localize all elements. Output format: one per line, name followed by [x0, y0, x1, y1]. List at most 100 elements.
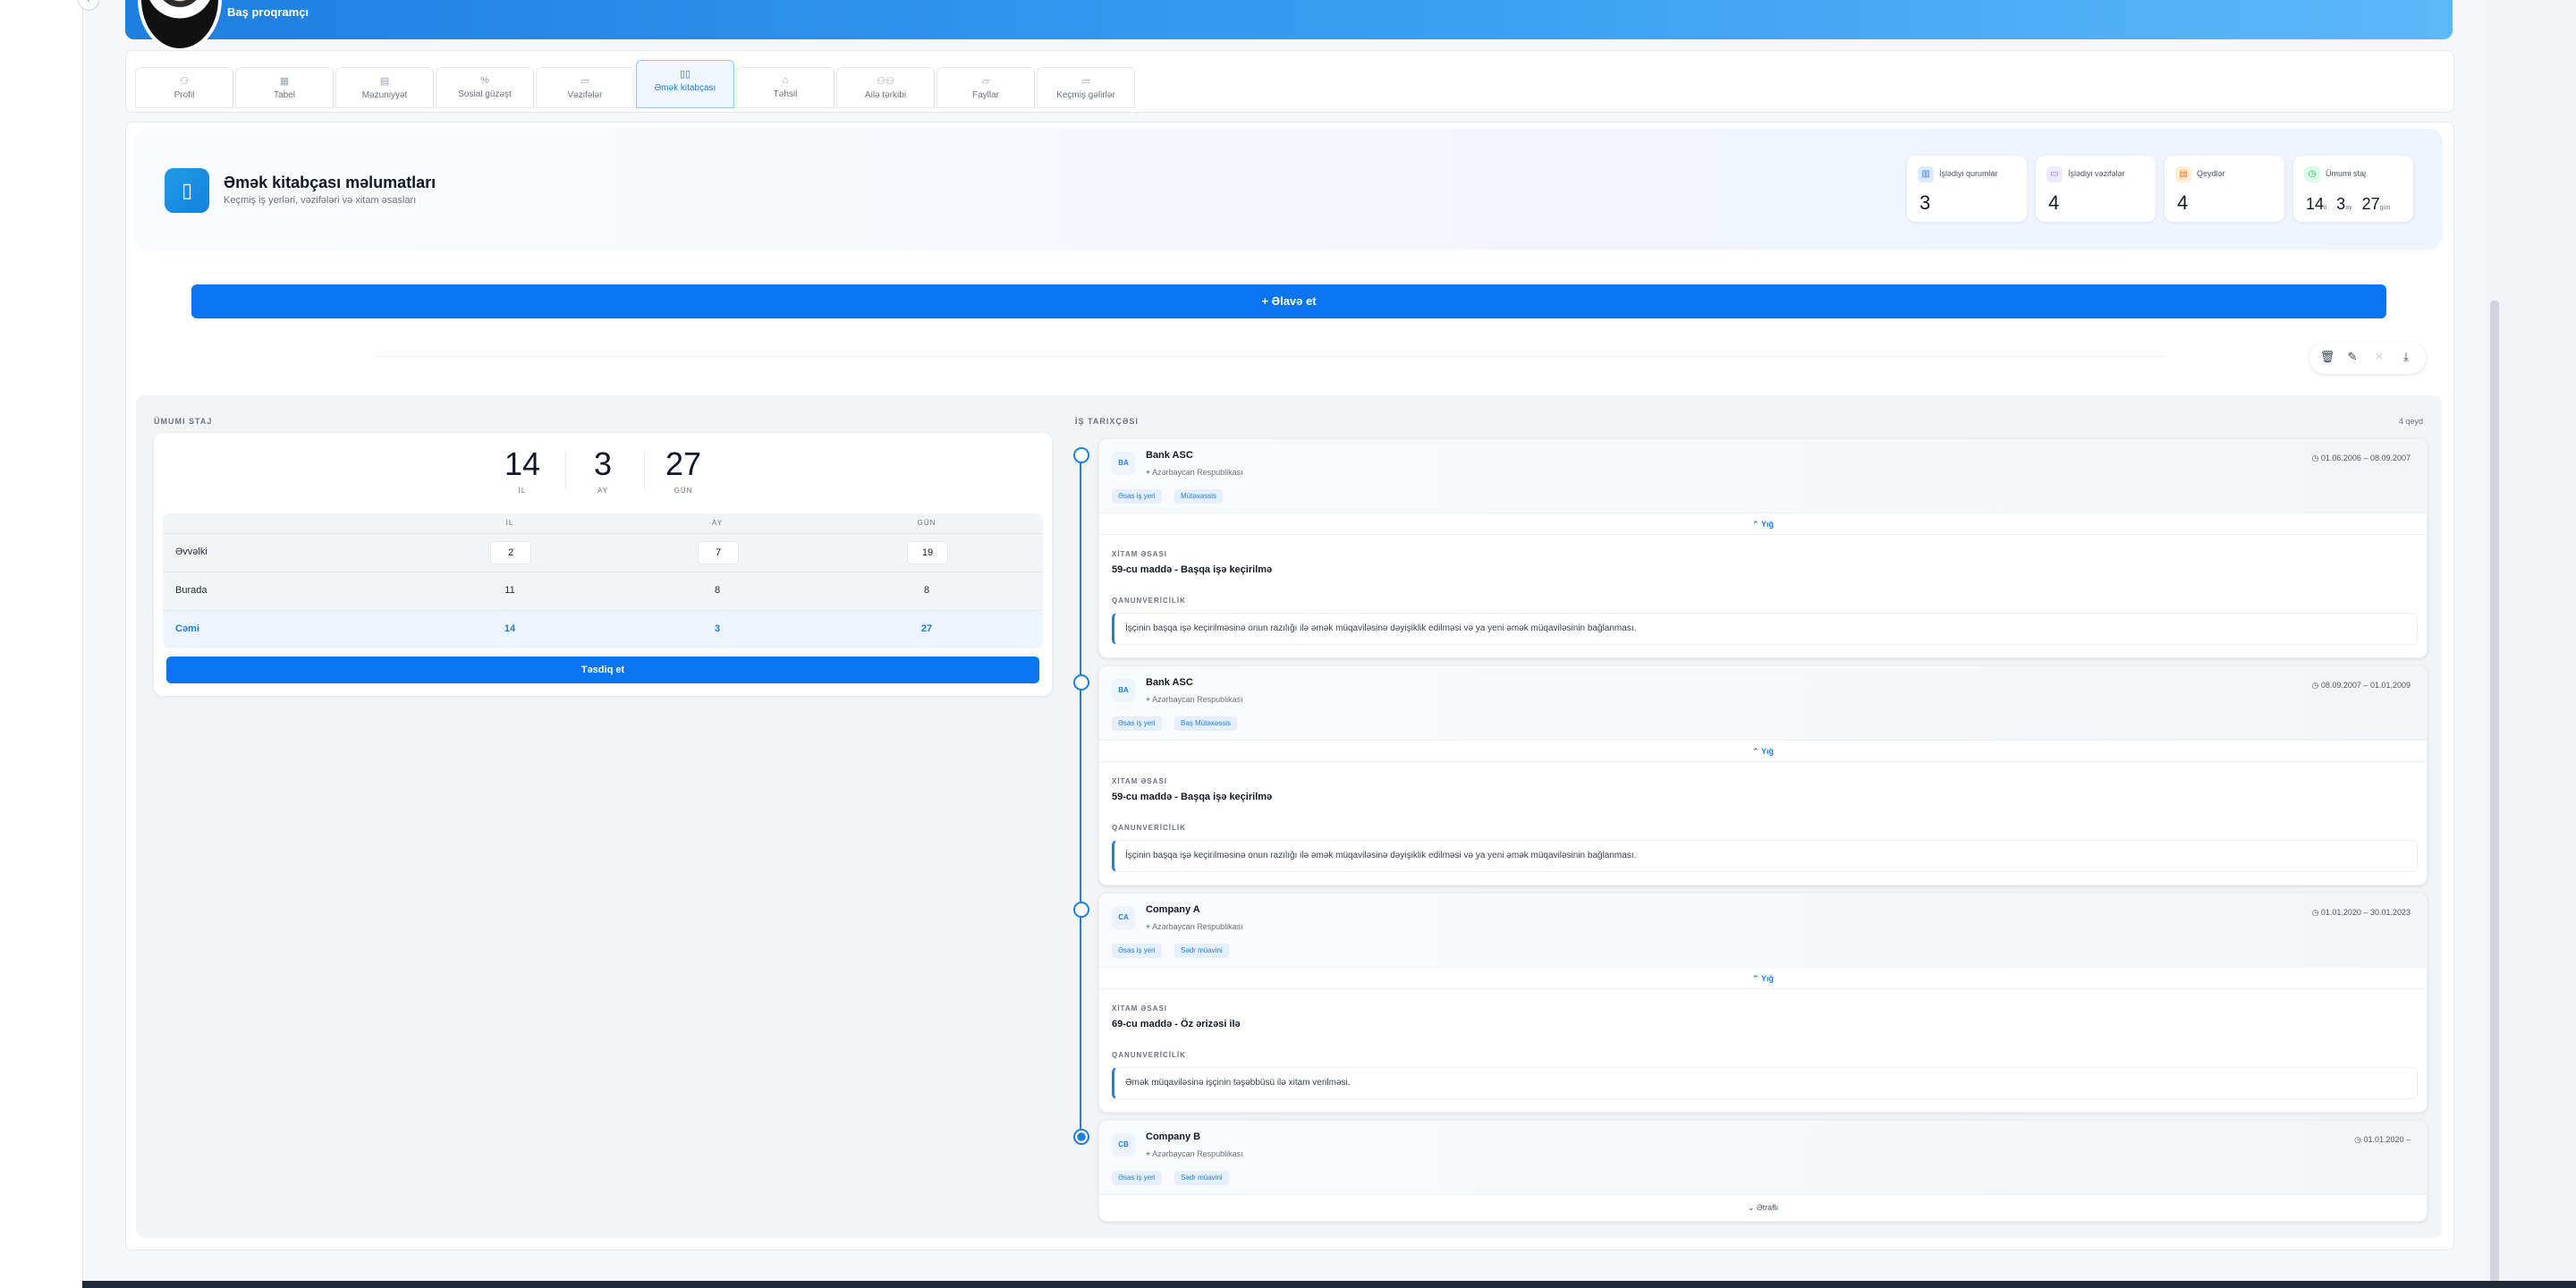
job-dates: ◷ 01.01.2020 – 30.01.2023 — [2312, 908, 2411, 918]
company-location: ⌖ Azərbaycan Respublikası — [1146, 695, 1243, 705]
company-initials: BA — [1112, 679, 1135, 702]
divider — [1099, 967, 2427, 968]
confirm-button[interactable]: Təsdiq et — [166, 657, 1039, 683]
stat-label: Qeydlər — [2197, 169, 2225, 178]
tab-tehsil[interactable]: ⌂ Təhsil — [736, 67, 835, 108]
record-count: 4 qeyd — [2399, 417, 2424, 426]
add-button[interactable]: + Əlavə et — [191, 284, 2386, 318]
right-gutter — [2487, 0, 2576, 1288]
company-location: ⌖ Azərbaycan Respublikası — [1146, 468, 1243, 478]
job-dates: ◷ 01.01.2020 – — [2354, 1135, 2411, 1145]
reason-value: 59-cu maddə - Başqa işə keçirilmə — [1112, 564, 1273, 575]
toggle-label: Ətraflı — [1756, 1203, 1779, 1212]
job-header[interactable]: BA Bank ASC ⌖ Azərbaycan Respublikası ◷ … — [1099, 666, 2427, 740]
tab-label: Tabel — [274, 90, 295, 100]
tag: Əsas iş yeri — [1112, 1171, 1162, 1185]
timeline-dot[interactable] — [1073, 674, 1089, 691]
date-range: 01.01.2020 – — [2363, 1135, 2411, 1144]
tab-label: Məzuniyyət — [361, 90, 408, 100]
timeline-dot[interactable] — [1073, 447, 1089, 463]
stat-total-staj: ◷ Ümumi staj 14il 3ay 27gün — [2293, 156, 2413, 222]
collapse-toggle[interactable]: ⌃ Yığ — [1099, 974, 2427, 984]
download-icon[interactable]: ⤓ — [2397, 350, 2415, 364]
reason-label: XİTAM ƏSASI — [1112, 1004, 1167, 1013]
staj-years: 14 — [2306, 195, 2325, 213]
divider — [1099, 1194, 2427, 1195]
days-input[interactable]: 19 — [907, 541, 948, 564]
briefcase-icon: ▭ — [580, 76, 590, 87]
staj-table: İL AY GÜN Əvvəlki 2 7 19 Burada 11 8 8 C… — [163, 513, 1043, 648]
staj-months-label: AY — [597, 487, 609, 495]
toggle-label: Yığ — [1760, 974, 1774, 983]
tab-fayllar[interactable]: ▱ Fayllar — [936, 67, 1035, 108]
staj-section-label: ÜMUMI STAJ — [154, 417, 213, 426]
job-header[interactable]: BA Bank ASC ⌖ Azərbaycan Respublikası ◷ … — [1099, 439, 2427, 513]
tag: Əsas iş yeri — [1112, 944, 1162, 958]
timeline-dot[interactable] — [1073, 902, 1089, 918]
tab-label: Profil — [174, 90, 195, 100]
staj-days-label: GÜN — [674, 487, 693, 495]
row-label: Cəmi — [175, 623, 199, 634]
book-icon: ▯▯ — [679, 69, 691, 80]
expand-toggle[interactable]: ⌄ Ətraflı — [1099, 1203, 2427, 1213]
months-input[interactable]: 7 — [698, 541, 739, 564]
edit-icon[interactable]: ✎ — [2343, 350, 2361, 364]
tab-aile-terkibi[interactable]: ⚇⚇ Ailə tərkibi — [836, 67, 935, 108]
job-header[interactable]: CB Company B ⌖ Azərbaycan Respublikası ◷… — [1099, 1121, 2427, 1194]
clock-icon: ◷ — [2354, 1135, 2364, 1144]
tab-tabel[interactable]: ▦ Tabel — [235, 67, 334, 108]
tag: Sədr müavini — [1174, 944, 1229, 958]
law-box: İşçinin başqa işə keçirilməsinə onun raz… — [1112, 840, 2418, 872]
tab-kecmis-gelirler[interactable]: ▭ Keçmiş gəlirlər — [1037, 67, 1135, 108]
years-input[interactable]: 2 — [490, 541, 531, 564]
row-label: Əvvəlki — [175, 547, 208, 557]
tab-profil[interactable]: ⚇ Profil — [135, 67, 233, 108]
stat-label: Ümumi staj — [2326, 169, 2367, 178]
tab-emek-kitabcasi[interactable]: ▯▯ Əmək kitabçası — [636, 60, 734, 108]
company-name: Bank ASC — [1146, 677, 1193, 688]
collapse-toggle[interactable]: ⌃ Yığ — [1099, 747, 2427, 757]
trash-icon[interactable]: 🗑 — [2318, 350, 2336, 364]
collapse-toggle[interactable]: ⌃ Yığ — [1099, 520, 2427, 530]
tab-label: Sosial güzəşt — [458, 89, 512, 99]
graduation-icon: ⌂ — [782, 75, 789, 86]
timeline-area: ÜMUMI STAJ İŞ TARIXÇƏSI 4 qeyd 14 İL 3 A… — [136, 395, 2442, 1238]
location-text: Azərbaycan Respublikası — [1152, 695, 1243, 704]
stat-label: İşlədiyi vəzifələr — [2068, 169, 2125, 178]
book-icon: ▯ — [165, 168, 209, 213]
company-initials: BA — [1112, 452, 1135, 475]
job-dates: ◷ 08.09.2007 – 01.01.2009 — [2312, 681, 2411, 691]
job-header[interactable]: CA Company A ⌖ Azərbaycan Respublikası ◷… — [1099, 894, 2427, 967]
staj-card: 14 İL 3 AY 27 GÜN İL AY GÜN Əvvəlki 2 7 … — [154, 433, 1052, 696]
location-text: Azərbaycan Respublikası — [1152, 468, 1243, 477]
document-icon: ▤ — [379, 76, 390, 87]
tab-mezuniyyet[interactable]: ▤ Məzuniyyət — [335, 67, 434, 108]
law-text: İşçinin başqa işə keçirilməsinə onun raz… — [1125, 851, 1637, 860]
tab-label: Keçmiş gəlirlər — [1056, 90, 1115, 100]
cell-value: 8 — [923, 585, 930, 596]
timeline-dot-active[interactable] — [1073, 1129, 1089, 1145]
action-toolbar: 🗑 ✎ ✕ ⤓ — [2309, 342, 2426, 374]
stat-label: İşlədiyi qurumlar — [1939, 169, 1998, 178]
location-text: Azərbaycan Respublikası — [1152, 922, 1243, 931]
tab-sosial-guzest[interactable]: % Sosial güzəşt — [436, 67, 534, 108]
chevron-up-icon: ⌃ — [1752, 747, 1761, 756]
close-icon[interactable]: ✕ — [2370, 350, 2388, 364]
tab-vezifeler[interactable]: ▭ Vəzifələr — [536, 67, 634, 108]
timeline-line — [1080, 462, 1081, 1136]
date-range: 01.01.2020 – 30.01.2023 — [2320, 908, 2411, 917]
timer-icon: ◷ — [2304, 166, 2320, 182]
column-header: AY — [711, 519, 724, 527]
job-card: CB Company B ⌖ Azərbaycan Respublikası ◷… — [1098, 1120, 2428, 1222]
law-text: Əmək müqaviləsinə işçinin təşəbbüsü ilə … — [1125, 1078, 1351, 1088]
divider — [644, 451, 645, 490]
toggle-label: Yığ — [1760, 520, 1774, 529]
page-subtitle: Keçmiş iş yerləri, vəzifələri və xitam ə… — [224, 195, 417, 206]
divider — [565, 451, 566, 490]
scrollbar[interactable] — [2490, 301, 2499, 1284]
company-name: Bank ASC — [1146, 450, 1193, 461]
chevron-up-icon: ⌃ — [1752, 974, 1761, 983]
toggle-label: Yığ — [1760, 747, 1774, 756]
job-card: BA Bank ASC ⌖ Azərbaycan Respublikası ◷ … — [1098, 665, 2428, 886]
reason-label: XİTAM ƏSASI — [1112, 550, 1167, 558]
